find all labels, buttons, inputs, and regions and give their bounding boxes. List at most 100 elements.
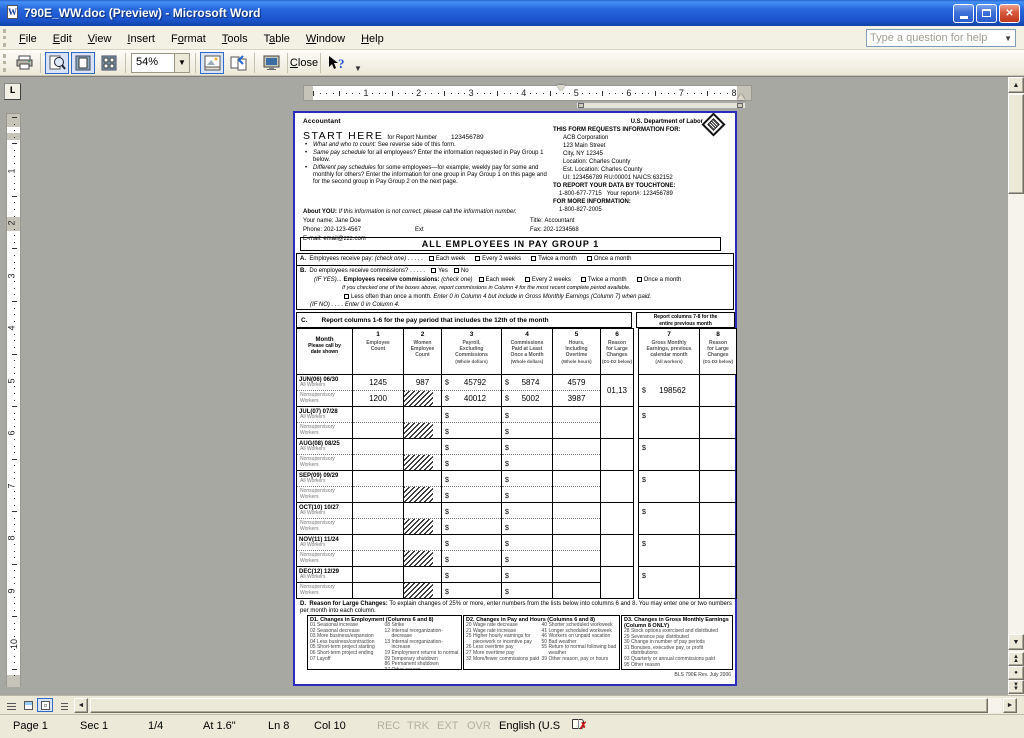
section-c-left: C.Report columns 1-6 for the pay period … bbox=[296, 312, 632, 328]
horizontal-scroll-thumb[interactable] bbox=[90, 698, 988, 713]
restore-button[interactable] bbox=[976, 4, 997, 23]
dol-city: City, NY 12345 bbox=[553, 150, 731, 158]
help-placeholder: Type a question for help bbox=[870, 32, 987, 44]
first-line-indent-marker[interactable] bbox=[557, 85, 565, 91]
instruction-bullets: What and who to count: See reverse side … bbox=[305, 142, 551, 187]
month-group: AUG(08) 08/25All Workers$$$Nonsupervisor… bbox=[297, 439, 737, 471]
tab-stop-selector[interactable]: L bbox=[4, 83, 21, 100]
menu-insert[interactable]: Insert bbox=[119, 30, 163, 48]
phone-value: 202-123-4567 bbox=[324, 227, 361, 233]
status-language[interactable]: English (U.S bbox=[499, 720, 560, 732]
status-bar: Page 1 Sec 1 1/4 At 1.6" Ln 8 Col 10 REC… bbox=[0, 714, 1024, 738]
vertical-ruler[interactable]: 12345678910 bbox=[6, 113, 21, 686]
previous-page-button[interactable]: ▲▲ bbox=[1008, 652, 1024, 666]
shrink-to-fit-button[interactable] bbox=[226, 52, 250, 74]
spelling-status-icon[interactable]: ✗ bbox=[572, 718, 588, 732]
column-header-5: 5Hours,IncludingOvertime(Whole hours) bbox=[553, 329, 601, 375]
close-preview-button[interactable]: Close bbox=[292, 53, 316, 73]
reason-6-cell bbox=[601, 407, 634, 439]
d3-box: D3. Changes in Gross Monthly Earnings (C… bbox=[621, 615, 733, 670]
minimize-button[interactable] bbox=[953, 4, 974, 23]
print-button[interactable] bbox=[12, 52, 36, 74]
month-group: SEP(09) 09/29All Workers$$$Nonsupervisor… bbox=[297, 471, 737, 503]
right-indent-marker[interactable] bbox=[737, 94, 745, 100]
dol-est-location: Est. Location: Charles County bbox=[553, 166, 731, 174]
status-ovr-toggle[interactable]: OVR bbox=[467, 720, 491, 732]
one-page-button[interactable] bbox=[71, 52, 95, 74]
menu-edit[interactable]: Edit bbox=[45, 30, 80, 48]
help-button[interactable]: ? bbox=[325, 52, 349, 74]
ruler-top-margin[interactable] bbox=[7, 114, 20, 127]
horizontal-scroll-track[interactable] bbox=[90, 698, 1002, 713]
pay-option: Every 2 weeks bbox=[519, 277, 571, 283]
less-often-checkbox bbox=[344, 294, 349, 299]
one-page-icon bbox=[75, 55, 91, 71]
instruction-bullet: Same pay schedule for all employees? Ent… bbox=[305, 150, 551, 164]
menu-window[interactable]: Window bbox=[298, 30, 353, 48]
dol-street: 123 Main Street bbox=[553, 142, 731, 150]
full-screen-button[interactable] bbox=[259, 52, 283, 74]
select-browse-object-button[interactable]: ● bbox=[1008, 666, 1024, 680]
start-here-label: START HERE bbox=[303, 130, 383, 142]
menu-help[interactable]: Help bbox=[353, 30, 392, 48]
report-number: 123456789 bbox=[451, 134, 484, 141]
chevron-down-icon[interactable]: ▼ bbox=[1004, 34, 1012, 43]
scroll-left-button[interactable]: ◄ bbox=[74, 698, 88, 713]
hatched-cell bbox=[404, 487, 442, 503]
close-button[interactable]: ✕ bbox=[999, 4, 1020, 23]
scroll-right-button[interactable]: ► bbox=[1003, 698, 1017, 713]
document-page[interactable]: Accountant START HEREfor Report Number12… bbox=[293, 111, 737, 686]
next-page-button[interactable]: ▼▼ bbox=[1008, 680, 1024, 694]
multiple-pages-button[interactable] bbox=[97, 52, 121, 74]
table-column-ruler[interactable] bbox=[576, 102, 746, 109]
scroll-down-button[interactable]: ▼ bbox=[1008, 634, 1024, 650]
dol-location: Location: Charles County bbox=[553, 158, 731, 166]
gross-earnings-cell: $ bbox=[639, 407, 700, 439]
menu-table[interactable]: Table bbox=[256, 30, 298, 48]
print-layout-view-button[interactable] bbox=[37, 698, 53, 712]
ruler-icon bbox=[204, 55, 221, 71]
magnifier-toggle-button[interactable] bbox=[45, 52, 69, 74]
status-ext-toggle[interactable]: EXT bbox=[437, 720, 458, 732]
outline-view-button[interactable] bbox=[55, 698, 71, 712]
month-group: NOV(11) 11/24All Workers$$$Nonsupervisor… bbox=[297, 535, 737, 567]
menu-file[interactable]: File bbox=[11, 30, 45, 48]
month-group: DEC(12) 12/29All Workers$$$Nonsupervisor… bbox=[297, 567, 737, 599]
ruler-left-margin[interactable] bbox=[304, 86, 313, 100]
toolbar-options-icon[interactable]: ▼ bbox=[350, 64, 366, 73]
gross-earnings-cell: $198562 bbox=[639, 375, 700, 407]
scroll-up-button[interactable]: ▲ bbox=[1008, 77, 1024, 93]
section-c-right: Report columns 7-8 for the entire previo… bbox=[636, 312, 735, 328]
normal-view-button[interactable] bbox=[3, 698, 19, 712]
column-marker[interactable] bbox=[737, 103, 743, 108]
status-trk-toggle[interactable]: TRK bbox=[407, 720, 429, 732]
pay-option: Once a month bbox=[581, 256, 632, 262]
status-rec-toggle[interactable]: REC bbox=[377, 720, 400, 732]
menu-format[interactable]: Format bbox=[163, 30, 214, 48]
gross-earnings-cell: $ bbox=[639, 439, 700, 471]
word-app-icon[interactable]: W bbox=[4, 5, 20, 21]
reason-6-cell bbox=[601, 471, 634, 503]
zoom-value[interactable]: 54% bbox=[131, 53, 175, 73]
document-workspace: L 12345678 12345678910 Accountant START … bbox=[0, 76, 1024, 695]
ruler-bottom-margin[interactable] bbox=[7, 675, 20, 687]
zoom-combobox[interactable]: 54% ▼ bbox=[131, 53, 190, 73]
column-marker[interactable] bbox=[578, 103, 584, 108]
menu-view[interactable]: View bbox=[80, 30, 120, 48]
vertical-scrollbar[interactable]: ▲ ▼ ▲▲ ● ▼▼ bbox=[1008, 77, 1024, 696]
section-b-note: If you checked one of the boxes above, r… bbox=[300, 284, 730, 293]
view-ruler-toggle[interactable] bbox=[200, 52, 224, 74]
horizontal-ruler[interactable]: 12345678 bbox=[303, 85, 752, 101]
month-cell: JUL(07) 07/28All Workers bbox=[297, 407, 353, 423]
toolbar-grip[interactable] bbox=[3, 54, 8, 72]
horizontal-scrollbar-row: ◄ ► bbox=[0, 695, 1024, 714]
your-name-line: Your name: Jane Doe bbox=[303, 218, 361, 224]
menu-tools[interactable]: Tools bbox=[214, 30, 256, 48]
question-help-input[interactable]: Type a question for help ▼ bbox=[866, 29, 1016, 47]
zoom-dropdown-arrow[interactable]: ▼ bbox=[175, 53, 190, 73]
print-layout-icon bbox=[41, 701, 50, 710]
menubar-grip[interactable] bbox=[3, 29, 8, 47]
help-arrow-icon: ? bbox=[327, 55, 347, 71]
web-layout-view-button[interactable] bbox=[20, 698, 36, 712]
vertical-scroll-thumb[interactable] bbox=[1008, 94, 1024, 194]
